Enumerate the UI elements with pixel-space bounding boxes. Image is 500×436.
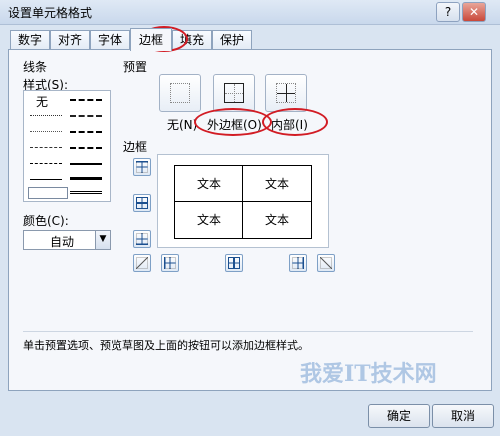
line-style-hairline[interactable] [30,115,62,116]
border-diagonal-up-button[interactable] [133,254,151,272]
hint-separator [23,331,473,332]
preset-none-icon [170,83,190,103]
tab-font[interactable]: 字体 [90,30,130,50]
line-style-thin[interactable] [30,179,62,180]
chevron-down-icon[interactable]: ▼ [95,231,110,249]
tab-fill[interactable]: 填充 [172,30,212,50]
preview-cell-text: 文本 [196,213,221,227]
line-style-dash-dot-dot[interactable] [30,147,62,148]
line-style-none[interactable]: 无 [36,93,48,110]
border-preview[interactable]: 文本 文本 文本 文本 [157,154,329,248]
line-style-dotted[interactable] [30,131,62,132]
ok-button[interactable]: 确定 [368,404,430,428]
border-panel: 线条 样式(S): 无 颜色(C): 自动 ▼ 预置 无(N) 外边框(O) 内… [8,49,492,391]
preview-cell-text: 文本 [196,177,221,191]
cancel-button[interactable]: 取消 [432,404,494,428]
line-style-dash-dot[interactable] [30,163,62,164]
border-inside-horizontal-icon [136,197,148,209]
preset-outline-icon [224,83,244,103]
tab-border[interactable]: 边框 [130,28,172,51]
line-style-medium-dashed[interactable] [70,147,102,149]
preset-none-label: 无(N) [167,118,198,132]
tab-number[interactable]: 数字 [10,30,50,50]
border-right-icon [292,257,304,269]
help-button[interactable]: ? [436,2,460,22]
preset-inside-label: 内部(I) [271,118,308,132]
hint-text: 单击预置选项、预览草图及上面的按钮可以添加边框样式。 [23,339,309,352]
color-label: 颜色(C): [23,214,69,228]
preset-group-label: 预置 [123,60,148,74]
diagonal-up-icon [136,257,148,269]
border-middle-horizontal-button[interactable] [133,194,151,212]
line-style-medium[interactable] [70,163,102,165]
border-right-button[interactable] [289,254,307,272]
preset-outline-label: 外边框(O) [207,118,262,132]
border-bottom-button[interactable] [133,230,151,248]
tab-alignment[interactable]: 对齐 [50,30,90,50]
preset-none-button[interactable] [159,74,201,112]
diagonal-down-icon [320,257,332,269]
border-bottom-icon [136,233,148,245]
tab-protection[interactable]: 保护 [212,30,252,50]
window-title: 设置单元格格式 [8,6,93,20]
line-style-double[interactable] [70,191,102,194]
border-top-button[interactable] [133,158,151,176]
line-style-thick[interactable] [70,177,102,180]
preview-cell-text: 文本 [264,213,289,227]
line-style-selected [28,187,68,199]
border-middle-vertical-button[interactable] [225,254,243,272]
line-style-slanted-dash-dot[interactable] [70,115,102,117]
border-diagonal-down-button[interactable] [317,254,335,272]
border-top-icon [136,161,148,173]
preset-outline-button[interactable] [213,74,255,112]
preset-inside-button[interactable] [265,74,307,112]
border-left-icon [164,257,176,269]
line-style-medium-dash-dot-dot[interactable] [70,99,102,101]
border-group-label: 边框 [123,140,148,154]
border-inside-vertical-icon [228,257,240,269]
border-left-button[interactable] [161,254,179,272]
preview-cell-text: 文本 [264,177,289,191]
line-style-medium-dash-dot[interactable] [70,131,102,133]
preview-grid: 文本 文本 文本 文本 [174,165,312,239]
line-group-label: 线条 [23,60,48,74]
watermark-text: 我爱IT技术网 [300,361,437,387]
close-button[interactable]: ✕ [462,2,486,22]
color-combo[interactable]: 自动 ▼ [23,230,111,250]
title-bar: 设置单元格格式 ? ✕ [0,0,500,25]
line-style-list[interactable]: 无 [23,90,111,202]
color-value: 自动 [50,235,75,249]
preset-inside-icon [276,83,296,103]
